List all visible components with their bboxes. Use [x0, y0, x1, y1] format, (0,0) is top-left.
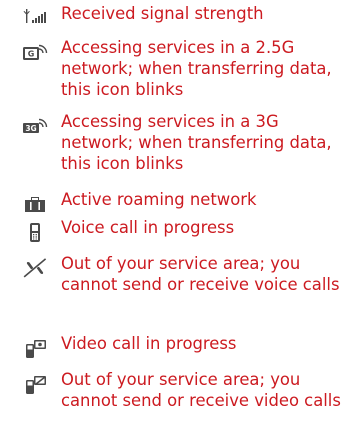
item-text: Out of your service area; you cannot sen…	[61, 254, 340, 294]
svg-text:G: G	[28, 50, 35, 59]
item-text: Active roaming network	[61, 190, 257, 209]
signal-strength-icon	[22, 5, 50, 29]
item-text: Accessing services in a 2.5G network; wh…	[61, 38, 332, 99]
roaming-icon	[22, 193, 50, 217]
no-video-service-icon	[22, 373, 50, 397]
svg-text:3G: 3G	[25, 124, 36, 133]
item-text: Out of your service area; you cannot sen…	[61, 370, 341, 410]
video-call-icon	[22, 337, 50, 361]
no-voice-service-icon	[22, 257, 50, 281]
voice-call-icon	[22, 221, 50, 245]
item-text: Received signal strength	[61, 4, 264, 23]
item-text: Voice call in progress	[61, 218, 235, 237]
gprs-network-icon: G	[22, 41, 50, 65]
item-text: Video call in progress	[61, 334, 237, 353]
item-text: Accessing services in a 3G network; when…	[61, 112, 332, 173]
3g-network-icon: 3G	[22, 115, 50, 139]
